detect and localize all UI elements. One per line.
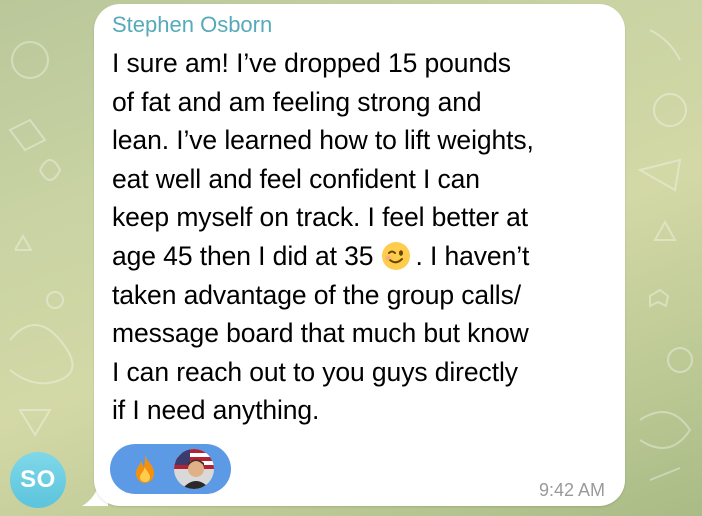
reactor-avatar[interactable]	[172, 447, 216, 491]
message-bubble[interactable]: Stephen Osborn I sure am! I’ve dropped 1…	[94, 4, 625, 506]
message-timestamp: 9:42 AM	[538, 480, 605, 500]
message-text: I sure am! I’ve dropped 15 pounds of fat…	[112, 44, 612, 430]
message-text-part1: I sure am! I’ve dropped 15 pounds of fat…	[112, 48, 534, 271]
avatar-initials: SO	[20, 466, 56, 493]
fire-icon	[136, 455, 154, 483]
winking-face-emoji-icon	[382, 241, 411, 270]
reaction-pill[interactable]	[110, 444, 231, 494]
flag-profile-avatar-icon	[174, 449, 214, 489]
sender-name[interactable]: Stephen Osborn	[112, 12, 272, 38]
sender-avatar[interactable]: SO	[10, 452, 66, 508]
